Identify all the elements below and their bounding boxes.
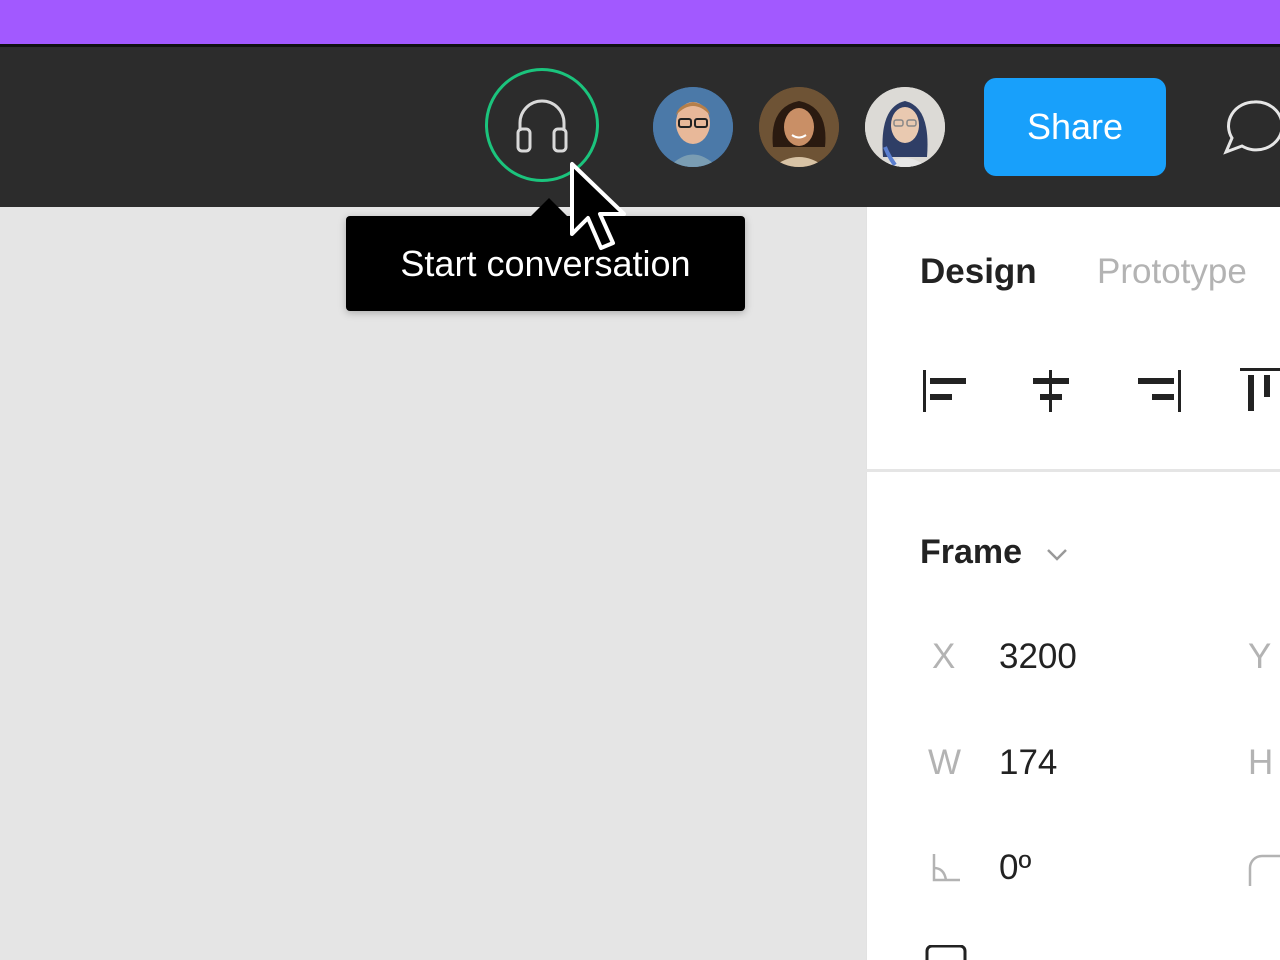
design-canvas[interactable] <box>0 207 866 960</box>
panel-divider <box>866 469 1280 472</box>
align-left-icon[interactable] <box>920 366 970 416</box>
corner-radius-icon <box>1248 854 1280 886</box>
w-label: W <box>928 743 962 782</box>
start-conversation-button[interactable] <box>485 68 599 182</box>
tooltip: Start conversation <box>346 216 745 311</box>
w-field[interactable]: 174 <box>999 743 1057 783</box>
avatar-user-2[interactable] <box>759 87 839 167</box>
headphones-icon <box>516 99 568 153</box>
x-label: X <box>932 637 956 676</box>
tab-prototype[interactable]: Prototype <box>1097 252 1247 292</box>
avatar-user-3[interactable] <box>865 87 945 167</box>
align-top-icon[interactable] <box>1238 366 1280 416</box>
clip-content-checkbox-icon[interactable] <box>925 945 967 960</box>
tooltip-text: Start conversation <box>400 242 691 284</box>
frame-section-title[interactable]: Frame <box>920 533 1022 572</box>
align-right-icon[interactable] <box>1134 366 1184 416</box>
h-label: H <box>1248 743 1274 782</box>
top-accent-bar <box>0 0 1280 44</box>
properties-panel <box>866 207 1280 960</box>
avatar-user-1[interactable] <box>653 87 733 167</box>
y-label: Y <box>1248 637 1272 676</box>
tooltip-arrow <box>531 198 567 216</box>
align-horizontal-center-icon[interactable] <box>1026 366 1076 416</box>
rotation-field[interactable]: 0º <box>999 848 1031 888</box>
x-field[interactable]: 3200 <box>999 637 1077 677</box>
rotation-icon <box>932 854 960 882</box>
tab-design[interactable]: Design <box>920 252 1037 292</box>
share-button[interactable]: Share <box>984 78 1166 176</box>
chevron-down-icon[interactable] <box>1045 544 1069 564</box>
comment-bubble-icon[interactable] <box>1222 98 1280 158</box>
share-label: Share <box>1026 106 1124 147</box>
